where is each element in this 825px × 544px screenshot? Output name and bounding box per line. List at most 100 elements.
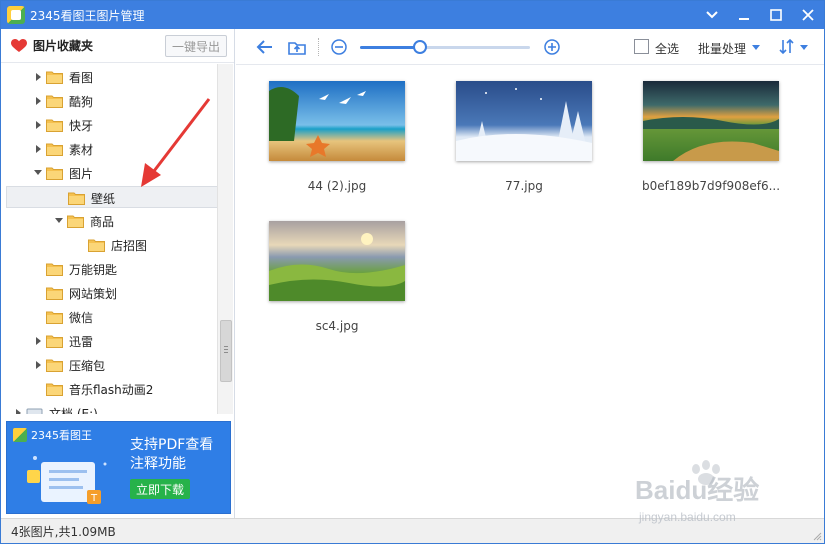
back-arrow-icon[interactable] <box>256 38 274 56</box>
image-preview[interactable] <box>269 221 405 301</box>
sort-icon[interactable] <box>778 38 796 56</box>
tree-item-label: 压缩包 <box>69 359 106 373</box>
collapsed-caret-icon[interactable] <box>34 121 42 129</box>
zoom-out-icon[interactable] <box>330 38 348 56</box>
select-all-label[interactable]: 全选 <box>655 40 679 57</box>
ad-line-1: 支持PDF查看 <box>130 437 214 453</box>
tree-item-label: 店招图 <box>111 239 148 253</box>
resize-grip-icon[interactable] <box>812 531 822 541</box>
image-filename: 44 (2).jpg <box>307 179 367 193</box>
ad-logo-icon <box>13 428 27 442</box>
scrollbar-thumb[interactable] <box>220 320 232 382</box>
status-bar: 4张图片,共1.09MB <box>1 518 824 543</box>
toolbar-separator <box>318 38 319 56</box>
image-thumbnail[interactable]: sc4.jpg <box>258 221 416 333</box>
collapsed-caret-icon[interactable] <box>34 97 42 105</box>
select-all-checkbox[interactable] <box>634 39 649 54</box>
tree-item[interactable]: 压缩包 <box>6 354 217 376</box>
annotation-arrow <box>141 98 211 187</box>
tree-item-label: 素材 <box>69 143 94 157</box>
image-filename: 77.jpg <box>505 179 543 193</box>
favorites-title: 图片收藏夹 <box>33 39 94 53</box>
export-button[interactable]: 一键导出 <box>165 35 227 57</box>
menu-dropdown-button[interactable] <box>696 1 728 29</box>
collapsed-caret-icon[interactable] <box>34 337 42 345</box>
tree-item-label: 文档 (E:) <box>49 407 98 414</box>
image-preview[interactable] <box>269 81 405 161</box>
tree-item[interactable]: 文档 (E:) <box>6 402 217 414</box>
ad-line-2: 注释功能 <box>130 456 186 472</box>
folder-icon <box>46 95 63 108</box>
tree-item-label: 万能钥匙 <box>69 263 118 277</box>
image-preview[interactable] <box>456 81 592 161</box>
status-text: 4张图片,共1.09MB <box>11 524 116 539</box>
zoom-in-icon[interactable] <box>543 38 561 56</box>
tree-item[interactable]: 万能钥匙 <box>6 258 217 280</box>
image-grid: 44 (2).jpg 77.jpg b0ef189b7d9f908ef6... sc4… <box>236 66 824 518</box>
ad-download-button[interactable]: 立即下载 <box>130 479 190 499</box>
zoom-slider-handle[interactable] <box>412 40 427 54</box>
maximize-icon <box>770 9 782 21</box>
folder-icon <box>46 167 63 180</box>
expanded-caret-icon[interactable] <box>34 169 42 177</box>
close-button[interactable] <box>792 1 824 29</box>
image-thumbnail[interactable]: 77.jpg <box>445 81 603 193</box>
folder-icon <box>88 239 105 252</box>
image-thumbnail[interactable]: 44 (2).jpg <box>258 81 416 193</box>
folder-icon <box>46 119 63 132</box>
title-bar[interactable]: 2345看图王图片管理 <box>1 1 824 29</box>
heart-icon <box>11 38 27 52</box>
tree-item[interactable]: 看图 <box>6 66 217 88</box>
drive-icon <box>26 408 43 414</box>
zoom-slider[interactable] <box>360 46 530 49</box>
tree-item[interactable]: 微信 <box>6 306 217 328</box>
app-logo-icon <box>7 6 25 24</box>
document-illustration-icon: T <box>27 456 107 504</box>
collapsed-caret-icon[interactable] <box>34 73 42 81</box>
minimize-icon <box>739 18 749 20</box>
tree-scrollbar[interactable] <box>217 64 233 414</box>
toolbar: 全选 批量处理 <box>236 29 824 65</box>
zoom-slider-fill <box>360 46 420 49</box>
tree-item-label: 快牙 <box>69 119 94 133</box>
folder-icon <box>46 143 63 156</box>
tree-item[interactable]: 店招图 <box>6 234 217 256</box>
collapsed-caret-icon[interactable] <box>14 409 22 414</box>
collapsed-caret-icon[interactable] <box>34 145 42 153</box>
folder-icon <box>46 335 63 348</box>
upload-folder-icon[interactable] <box>288 38 306 56</box>
tree-item[interactable]: 商品 <box>6 210 217 232</box>
window-controls <box>696 1 824 29</box>
maximize-button[interactable] <box>760 1 792 29</box>
tree-item-label: 商品 <box>90 215 115 229</box>
ad-banner[interactable]: 2345看图王 T 支持PDF查看 注释功能 立即下载 <box>6 421 231 514</box>
tree-item[interactable]: 音乐flash动画2 <box>6 378 217 400</box>
batch-chevron-down-icon <box>752 45 760 50</box>
ad-text: 支持PDF查看 注释功能 <box>130 436 213 474</box>
collapsed-caret-icon[interactable] <box>34 361 42 369</box>
folder-icon <box>46 287 63 300</box>
batch-process-dropdown[interactable]: 批量处理 <box>698 40 746 57</box>
close-icon <box>802 9 814 21</box>
expanded-caret-icon[interactable] <box>55 217 63 225</box>
tree-item-label: 网站策划 <box>69 287 118 301</box>
sort-chevron-down-icon[interactable] <box>800 45 808 50</box>
image-thumbnail[interactable]: b0ef189b7d9f908ef6... <box>632 81 790 193</box>
minimize-button[interactable] <box>728 1 760 29</box>
tree-item-label: 酷狗 <box>69 95 94 109</box>
tree-item-label: 看图 <box>69 71 94 85</box>
folder-icon <box>46 359 63 372</box>
image-preview[interactable] <box>643 81 779 161</box>
folder-icon <box>46 71 63 84</box>
folder-icon <box>46 263 63 276</box>
folder-icon <box>67 215 84 228</box>
window-title: 2345看图王图片管理 <box>30 8 145 23</box>
folder-icon <box>46 311 63 324</box>
svg-text:T: T <box>90 493 98 504</box>
tree-item-label: 壁纸 <box>91 192 116 206</box>
tree-item[interactable]: 网站策划 <box>6 282 217 304</box>
folder-icon <box>68 192 85 205</box>
tree-item-label: 图片 <box>69 167 94 181</box>
tree-item[interactable]: 迅雷 <box>6 330 217 352</box>
tree-item-label: 微信 <box>69 311 94 325</box>
